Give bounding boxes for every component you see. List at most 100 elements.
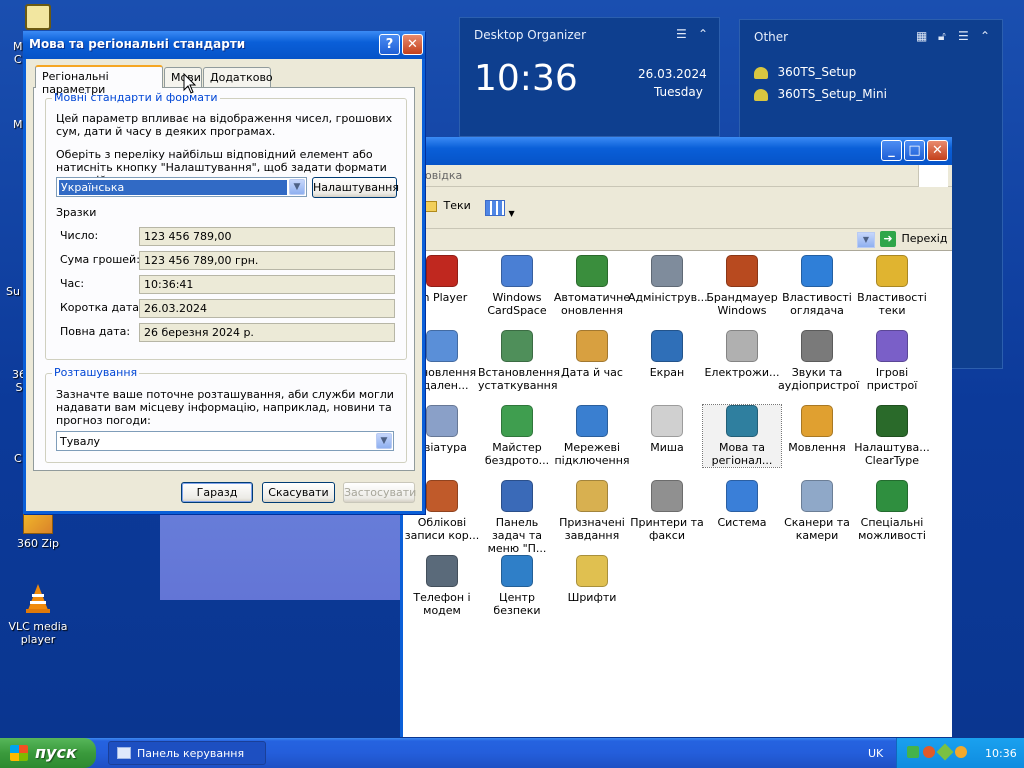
control-panel-item[interactable]: Сканери та камери <box>778 480 856 542</box>
control-panel-item[interactable]: Windows CardSpace <box>478 255 556 317</box>
group-legend: Розташування <box>52 366 140 379</box>
desktop: M C M Su 36 S C 360 Zip VLC media player… <box>0 0 1024 738</box>
control-panel-item[interactable]: Шрифти <box>553 555 631 604</box>
taskbar-item-control-panel[interactable]: Панель керування <box>108 741 266 765</box>
minimize-button[interactable]: _ <box>881 140 902 161</box>
control-panel-item[interactable]: Призначені завдання <box>553 480 631 542</box>
control-panel-item[interactable]: Мережеві підключення <box>553 405 631 467</box>
help-button[interactable]: ? <box>379 34 400 55</box>
tab-advanced[interactable]: Додатково <box>203 67 273 87</box>
location-group: Розташування Зазначте ваше поточне розта… <box>45 366 407 463</box>
control-panel-item-icon <box>501 480 533 512</box>
tray-icon-security[interactable] <box>923 746 935 758</box>
lock-icon[interactable]: 🔓︎ <box>938 29 946 44</box>
address-dropdown[interactable]: ▼ <box>857 232 875 248</box>
control-panel-item-label: Облікові записи кор... <box>404 516 480 542</box>
control-panel-item[interactable]: Мовлення <box>778 405 856 454</box>
control-panel-item[interactable]: Електрожи... <box>703 330 781 379</box>
widget-item-label: 360TS_Setup_Mini <box>777 87 887 101</box>
language-indicator[interactable]: UK <box>868 747 883 760</box>
maximize-button[interactable]: □ <box>904 140 925 161</box>
system-tray: 10:36 <box>896 738 1024 768</box>
control-panel-item[interactable]: Властивості теки <box>853 255 931 317</box>
control-panel-item[interactable]: Екран <box>628 330 706 379</box>
go-button[interactable]: ➜ Перехід <box>880 231 947 247</box>
grid-icon[interactable]: ▦ <box>916 29 927 43</box>
apply-button[interactable]: Застосувати <box>343 482 416 503</box>
sample-value: 26.03.2024 <box>144 302 207 315</box>
widget-time: 10:36 <box>474 58 578 99</box>
control-panel-item[interactable]: Центр безпеки <box>478 555 556 617</box>
control-panel-item-icon <box>501 555 533 587</box>
control-panel-item-label: Властивості оглядача <box>782 291 852 317</box>
control-panel-item[interactable]: Принтери та факси <box>628 480 706 542</box>
ok-button[interactable]: Гаразд <box>181 482 253 503</box>
views-button[interactable]: ▼ <box>485 197 519 219</box>
tray-icon-search[interactable] <box>955 746 967 758</box>
control-panel-item-icon <box>801 405 833 437</box>
dialog-titlebar: Мова та регіональні стандарти ? ✕ <box>23 31 425 59</box>
cancel-button[interactable]: Скасувати <box>262 482 335 503</box>
customize-button[interactable]: Налаштування <box>312 177 399 198</box>
control-panel-titlebar: _ □ ✕ <box>403 137 952 165</box>
control-panel-item-label: Телефон і модем <box>413 591 471 617</box>
menu-icon[interactable]: ☰ <box>958 29 969 43</box>
sample-currency-field: 123 456 789,00 грн. <box>139 251 395 270</box>
close-button[interactable]: ✕ <box>927 140 948 161</box>
control-panel-item[interactable]: Майстер бездрото... <box>478 405 556 467</box>
tray-icon-360[interactable] <box>936 743 954 761</box>
control-panel-item[interactable]: Автоматичне оновлення <box>553 255 631 317</box>
menu-item-help[interactable]: овідка <box>425 169 462 182</box>
tray-icon-network[interactable] <box>907 746 919 758</box>
control-panel-item[interactable]: Адмініструв... <box>628 255 708 304</box>
control-panel-item[interactable]: Система <box>703 480 781 529</box>
control-panel-item[interactable]: Дата й час <box>553 330 631 379</box>
menu-icon[interactable]: ☰ <box>676 27 687 41</box>
control-panel-item-label: Windows CardSpace <box>487 291 547 317</box>
close-button[interactable]: ✕ <box>402 34 423 55</box>
control-panel-item-icon <box>651 480 683 512</box>
widget-weekday: Tuesday <box>654 85 703 99</box>
control-panel-item[interactable]: Телефон і модем <box>403 555 481 617</box>
control-panel-item-label: Центр безпеки <box>493 591 541 617</box>
desktop-icon-label: M <box>13 118 23 131</box>
control-panel-item-icon <box>576 255 608 287</box>
start-button[interactable]: пуск <box>0 738 96 768</box>
control-panel-item[interactable]: Ігрові пристрої <box>853 330 931 392</box>
location-select[interactable]: Тувалу ▼ <box>56 431 394 451</box>
folders-button[interactable]: Теки <box>423 199 471 212</box>
control-panel-item-icon <box>876 405 908 437</box>
control-panel-item-label: Шрифти <box>567 591 617 604</box>
control-panel-item[interactable]: Звуки та аудіопристрої <box>778 330 859 392</box>
control-panel-item-icon <box>501 405 533 437</box>
sample-label: Повна дата: <box>60 325 131 338</box>
widget-item[interactable]: 360TS_Setup <box>754 65 856 79</box>
desktop-icon-1[interactable]: M C <box>0 4 51 66</box>
control-panel-item[interactable]: Панель задач та меню "П... <box>478 480 556 555</box>
control-panel-item[interactable]: Спеціальні можливості <box>853 480 931 542</box>
collapse-icon[interactable]: ⌃ <box>980 29 990 43</box>
control-panel-item[interactable]: Брандмауер Windows <box>703 255 781 317</box>
widget-item[interactable]: 360TS_Setup_Mini <box>754 87 887 101</box>
collapse-icon[interactable]: ⌃ <box>698 27 708 41</box>
desktop-icon-vlc[interactable]: VLC media player <box>0 582 76 646</box>
tray-clock[interactable]: 10:36 <box>985 747 1017 760</box>
samples-heading: Зразки <box>56 206 97 219</box>
control-panel-item[interactable]: Встановлення устаткування <box>478 330 560 392</box>
desktop-icon-360zip[interactable]: 360 Zip <box>0 514 76 550</box>
control-panel-item-label: Електрожи... <box>704 366 780 379</box>
control-panel-item-icon <box>876 330 908 362</box>
control-panel-item[interactable]: Налаштува... ClearType <box>853 405 931 467</box>
control-panel-item[interactable]: Мова та регіонал... <box>702 404 782 468</box>
control-panel-icon <box>117 747 131 759</box>
control-panel-item-label: Мовлення <box>788 441 846 454</box>
control-panel-item-label: Миша <box>650 441 684 454</box>
control-panel-item[interactable]: Миша <box>628 405 706 454</box>
tab-regional-options[interactable]: Регіональні параметри <box>35 65 163 96</box>
desktop-icon-label: C <box>14 452 22 465</box>
sample-value: 10:36:41 <box>144 278 194 291</box>
control-panel-item-label: Панель задач та меню "П... <box>487 516 547 555</box>
locale-select[interactable]: Українська ▼ <box>56 177 307 197</box>
control-panel-item[interactable]: Властивості оглядача <box>778 255 856 317</box>
mouse-cursor-icon <box>183 73 197 94</box>
